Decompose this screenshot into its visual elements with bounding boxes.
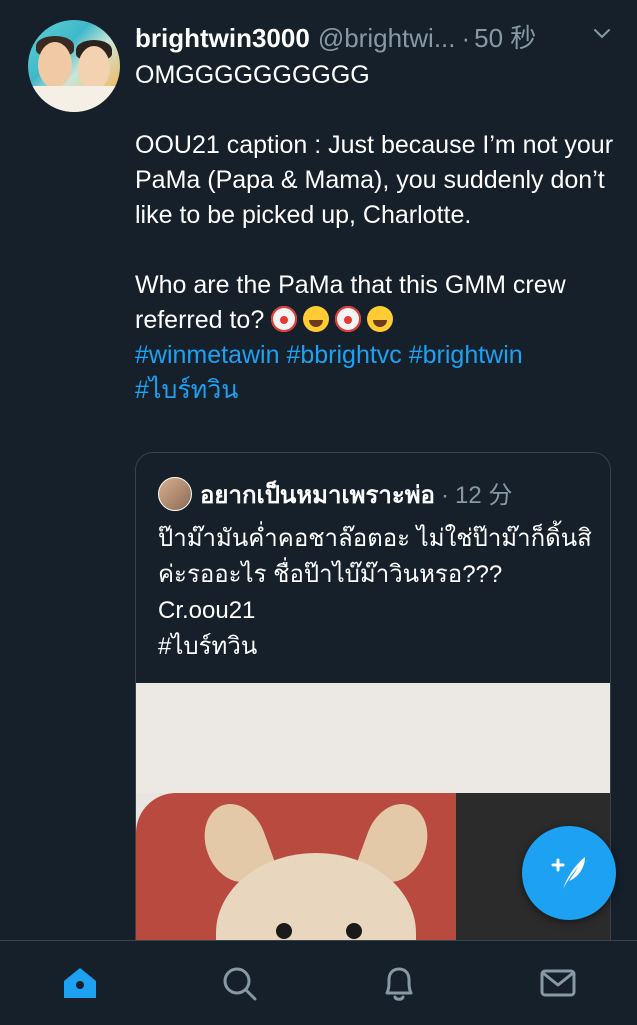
search-icon[interactable] bbox=[219, 963, 259, 1003]
tweet-text: OMGGGGGGGGGG OOU21 caption : Just becaus… bbox=[135, 58, 615, 408]
compose-tweet-button[interactable] bbox=[522, 826, 616, 920]
chevron-down-icon[interactable] bbox=[592, 24, 612, 44]
tweet[interactable]: brightwin3000 @brightwi... · 50 秒 OMGGGGGGG… bbox=[0, 0, 637, 940]
tweet-line: Who are the PaMa that this GMM crew refe… bbox=[135, 268, 615, 338]
clown-face-emoji bbox=[335, 306, 362, 332]
quoted-hashtag: #ไบร์ทวิน bbox=[158, 633, 258, 660]
user-handle[interactable]: @brightwi... bbox=[318, 23, 456, 53]
tweet-line: OOU21 caption : Just because I’m not you… bbox=[135, 131, 614, 229]
notifications-icon[interactable] bbox=[379, 963, 419, 1003]
compose-feather-icon bbox=[551, 857, 585, 889]
display-name[interactable]: brightwin3000 bbox=[135, 23, 310, 53]
separator-dot: · bbox=[440, 482, 449, 509]
tweet-header: brightwin3000 @brightwi... · 50 秒 bbox=[135, 18, 620, 53]
quoted-tweet-header: อยากเป็นหมาเพราะพ่อ · 12 分 bbox=[200, 475, 512, 514]
quoted-display-name: อยากเป็นหมาเพราะพ่อ bbox=[200, 482, 435, 509]
tweet-timestamp[interactable]: 50 秒 bbox=[474, 23, 536, 53]
user-avatar[interactable] bbox=[28, 20, 120, 112]
quoted-line: ป๊าม๊ามันค่ำคอชาล๊อตอะ ไม่ใช่ป๊าม๊าก็ดิ้… bbox=[158, 525, 592, 588]
quoted-user-avatar bbox=[158, 477, 192, 511]
separator-dot: · bbox=[461, 23, 471, 53]
hashtag-thai[interactable]: #ไบร์ทวิน bbox=[135, 373, 615, 408]
tweet-line: OMGGGGGGGGGG bbox=[135, 61, 370, 89]
quoted-tweet-text: ป๊าม๊ามันค่ำคอชาล๊อตอะ ไม่ใช่ป๊าม๊าก็ดิ้… bbox=[158, 521, 598, 665]
tears-of-joy-emoji bbox=[303, 306, 330, 332]
quoted-timestamp: 12 分 bbox=[454, 482, 513, 509]
rolling-laughing-emoji bbox=[367, 306, 394, 332]
messages-icon[interactable] bbox=[538, 963, 578, 1003]
bottom-tab-bar bbox=[0, 940, 637, 1025]
clown-face-emoji bbox=[271, 306, 298, 332]
quoted-line: Cr.oou21 bbox=[158, 597, 256, 624]
hashtags[interactable]: #winmetawin #bbrightvc #brightwin bbox=[135, 338, 615, 373]
home-icon[interactable] bbox=[60, 963, 100, 1003]
